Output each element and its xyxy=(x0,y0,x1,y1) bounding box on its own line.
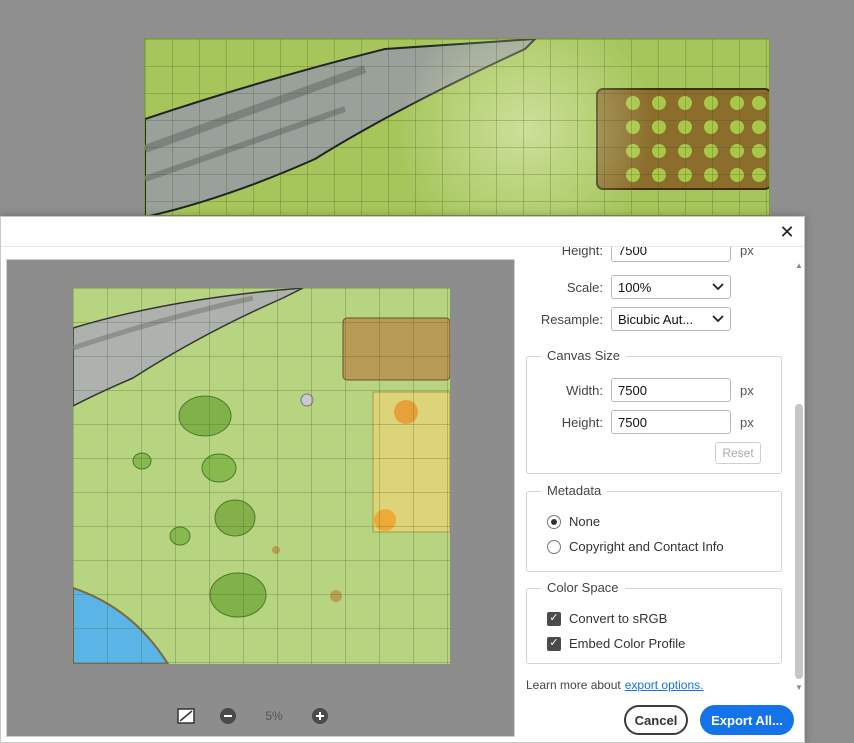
metadata-none-option[interactable]: None xyxy=(547,514,600,529)
resample-label: Resample: xyxy=(540,311,603,327)
close-icon[interactable]: ✕ xyxy=(778,223,796,241)
resample-row: Resample: Bicubic Aut... xyxy=(521,306,791,332)
cancel-button[interactable]: Cancel xyxy=(624,705,688,735)
width-unit: px xyxy=(740,382,754,398)
export-dialog: ✕ 5% Height: 7500 px Scale: 100% Resampl… xyxy=(0,216,805,743)
scroll-down-icon[interactable]: ▼ xyxy=(793,683,805,693)
canvas-width-row: Width: 7500 px xyxy=(521,377,791,403)
resample-value: Bicubic Aut... xyxy=(618,311,694,327)
settings-scrollbar[interactable]: ▲ ▼ xyxy=(793,259,805,693)
zoom-in-icon[interactable] xyxy=(309,705,331,727)
zoom-level: 5% xyxy=(265,709,283,723)
scroll-thumb[interactable] xyxy=(795,404,803,679)
height-row-top: Height: 7500 px xyxy=(521,247,791,263)
radio-selected[interactable] xyxy=(547,514,561,529)
scroll-up-icon[interactable]: ▲ xyxy=(793,261,805,271)
settings-panel: Height: 7500 px Scale: 100% Resample: Bi… xyxy=(521,247,805,685)
dialog-titlebar: ✕ xyxy=(1,217,804,247)
metadata-title: Metadata xyxy=(541,483,608,498)
learn-more-text: Learn more about export options. xyxy=(526,678,703,692)
embed-profile-option[interactable]: ✓ Embed Color Profile xyxy=(547,636,685,651)
metadata-copyright-label: Copyright and Contact Info xyxy=(569,539,724,554)
checkbox-checked[interactable]: ✓ xyxy=(547,611,561,626)
height-input-top[interactable]: 7500 xyxy=(611,247,731,262)
height-input[interactable]: 7500 xyxy=(611,410,731,434)
chevron-down-icon xyxy=(712,315,724,323)
learn-more-label: Learn more about xyxy=(526,678,621,692)
resample-select[interactable]: Bicubic Aut... xyxy=(611,307,731,331)
fit-screen-icon[interactable] xyxy=(175,705,197,727)
canvas-size-title: Canvas Size xyxy=(541,348,626,363)
width-label: Width: xyxy=(566,382,603,398)
height-unit-top: px xyxy=(740,247,754,258)
height-unit: px xyxy=(740,414,754,430)
preview-pane: 5% xyxy=(6,259,515,737)
preview-toolbar: 5% xyxy=(175,705,355,727)
scale-select[interactable]: 100% xyxy=(611,275,731,299)
document-canvas xyxy=(144,38,770,216)
preview-image xyxy=(73,288,450,664)
embed-profile-label: Embed Color Profile xyxy=(569,636,686,651)
metadata-copyright-option[interactable]: Copyright and Contact Info xyxy=(547,539,724,554)
convert-srgb-label: Convert to sRGB xyxy=(569,611,668,626)
metadata-section: Metadata xyxy=(526,483,782,572)
scale-value: 100% xyxy=(618,279,652,295)
reset-button[interactable]: Reset xyxy=(715,442,761,464)
zoom-out-icon[interactable] xyxy=(217,705,239,727)
canvas-height-row: Height: 7500 px xyxy=(521,409,791,435)
height-label-top: Height: xyxy=(561,247,603,258)
scale-row: Scale: 100% xyxy=(521,274,791,300)
metadata-none-label: None xyxy=(569,514,601,529)
width-input[interactable]: 7500 xyxy=(611,378,731,402)
chevron-down-icon xyxy=(712,283,724,291)
export-all-button[interactable]: Export All... xyxy=(700,705,794,735)
color-space-section: Color Space xyxy=(526,580,782,664)
scale-label: Scale: xyxy=(566,279,603,295)
radio-unselected[interactable] xyxy=(547,539,561,554)
color-space-title: Color Space xyxy=(541,580,625,595)
height-label: Height: xyxy=(561,414,603,430)
export-options-link[interactable]: export options. xyxy=(625,678,704,692)
convert-srgb-option[interactable]: ✓ Convert to sRGB xyxy=(547,611,667,626)
checkbox-checked[interactable]: ✓ xyxy=(547,636,561,651)
